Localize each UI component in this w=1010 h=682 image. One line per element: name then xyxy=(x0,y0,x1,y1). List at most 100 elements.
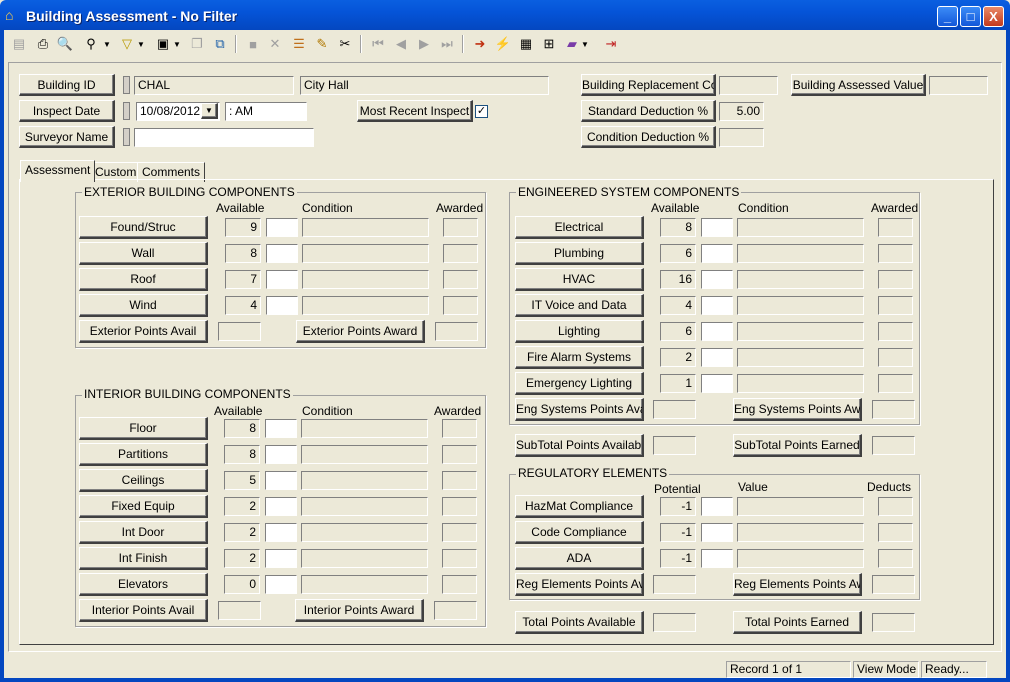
available-value[interactable]: 9 xyxy=(225,218,261,237)
score-input[interactable] xyxy=(265,575,297,594)
minimize-button[interactable]: _ xyxy=(937,6,958,27)
replacement-cost-button[interactable]: Building Replacement Cost xyxy=(581,74,716,96)
reg-points-award-field[interactable] xyxy=(872,575,915,594)
component-button[interactable]: Fire Alarm Systems xyxy=(515,346,644,369)
print-icon[interactable]: ⎙ xyxy=(32,33,54,55)
score-input[interactable] xyxy=(701,348,733,367)
condition-field[interactable] xyxy=(737,322,864,341)
component-button[interactable]: HazMat Compliance xyxy=(515,495,644,518)
component-button[interactable]: Floor xyxy=(79,417,208,440)
replacement-cost-field[interactable] xyxy=(719,76,778,95)
report-icon[interactable]: ▣ xyxy=(152,33,174,55)
most-recent-inspect-button[interactable]: Most Recent Inspect xyxy=(357,100,473,122)
awarded-field[interactable] xyxy=(878,218,913,237)
awarded-field[interactable] xyxy=(443,218,478,237)
lightning-icon[interactable]: ⚡ xyxy=(492,33,514,55)
paste-icon[interactable]: ⧉ xyxy=(209,33,231,55)
score-input[interactable] xyxy=(701,270,733,289)
component-button[interactable]: Elevators xyxy=(79,573,208,596)
component-button[interactable]: Emergency Lighting xyxy=(515,372,644,395)
total-available-field[interactable] xyxy=(653,613,696,632)
subtotal-available-button[interactable]: SubTotal Points Available xyxy=(515,434,644,457)
available-value[interactable]: 7 xyxy=(225,270,261,289)
condition-field[interactable] xyxy=(737,497,864,516)
inspect-time-field[interactable]: : AM xyxy=(225,102,307,121)
score-input[interactable] xyxy=(701,549,733,568)
score-input[interactable] xyxy=(265,419,297,438)
eng-points-avail-field[interactable] xyxy=(653,400,696,419)
awarded-field[interactable] xyxy=(878,348,913,367)
cut-icon[interactable]: ✂ xyxy=(334,33,356,55)
condition-field[interactable] xyxy=(737,218,864,237)
subtotal-available-field[interactable] xyxy=(653,436,696,455)
awarded-field[interactable] xyxy=(442,575,477,594)
awarded-field[interactable] xyxy=(878,244,913,263)
condition-field[interactable] xyxy=(737,348,864,367)
edit-icon[interactable]: ✎ xyxy=(311,33,333,55)
component-button[interactable]: Lighting xyxy=(515,320,644,343)
most-recent-checkbox[interactable]: ✓ xyxy=(475,105,488,118)
awarded-field[interactable] xyxy=(443,244,478,263)
available-value[interactable]: 2 xyxy=(224,523,260,542)
score-input[interactable] xyxy=(265,523,297,542)
awarded-field[interactable] xyxy=(878,523,913,542)
available-value[interactable]: 8 xyxy=(225,244,261,263)
condition-field[interactable] xyxy=(737,549,864,568)
awarded-field[interactable] xyxy=(442,445,477,464)
close-button[interactable]: X xyxy=(983,6,1004,27)
exterior-points-award-field[interactable] xyxy=(435,322,478,341)
component-button[interactable]: Wind xyxy=(79,294,208,317)
available-value[interactable]: 6 xyxy=(660,244,696,263)
score-input[interactable] xyxy=(701,497,733,516)
interior-points-avail-field[interactable] xyxy=(218,601,261,620)
building-name-field[interactable]: City Hall xyxy=(300,76,549,95)
exterior-points-avail-button[interactable]: Exterior Points Avail xyxy=(79,320,208,343)
score-input[interactable] xyxy=(701,296,733,315)
score-input[interactable] xyxy=(701,374,733,393)
component-button[interactable]: Int Finish xyxy=(79,547,208,570)
available-value[interactable]: 1 xyxy=(660,374,696,393)
condition-field[interactable] xyxy=(301,575,428,594)
score-input[interactable] xyxy=(701,322,733,341)
subtotal-earned-button[interactable]: SubTotal Points Earned xyxy=(733,434,862,457)
score-input[interactable] xyxy=(265,471,297,490)
interior-points-avail-button[interactable]: Interior Points Avail xyxy=(79,599,208,622)
condition-field[interactable] xyxy=(301,445,428,464)
available-value[interactable]: 0 xyxy=(224,575,260,594)
chevron-down-icon[interactable]: ▼ xyxy=(580,33,590,55)
record-selector[interactable] xyxy=(123,76,130,94)
available-value[interactable]: 2 xyxy=(224,497,260,516)
component-button[interactable]: Ceilings xyxy=(79,469,208,492)
score-input[interactable] xyxy=(265,549,297,568)
available-value[interactable]: 2 xyxy=(660,348,696,367)
available-value[interactable]: -1 xyxy=(660,549,696,568)
building-id-button[interactable]: Building ID xyxy=(19,74,115,96)
surveyor-name-button[interactable]: Surveyor Name xyxy=(19,126,115,148)
available-value[interactable]: 8 xyxy=(660,218,696,237)
score-input[interactable] xyxy=(265,445,297,464)
component-button[interactable]: Electrical xyxy=(515,216,644,239)
awarded-field[interactable] xyxy=(443,296,478,315)
condition-field[interactable] xyxy=(301,419,428,438)
condition-field[interactable] xyxy=(301,523,428,542)
available-value[interactable]: 2 xyxy=(224,549,260,568)
exit-icon[interactable]: ⇥ xyxy=(600,33,622,55)
score-input[interactable] xyxy=(701,244,733,263)
score-input[interactable] xyxy=(265,497,297,516)
score-input[interactable] xyxy=(266,244,298,263)
available-value[interactable]: -1 xyxy=(660,523,696,542)
standard-deduction-button[interactable]: Standard Deduction % xyxy=(581,100,716,122)
reg-points-award-button[interactable]: Reg Elements Points Award xyxy=(733,573,862,596)
component-button[interactable]: Partitions xyxy=(79,443,208,466)
condition-field[interactable] xyxy=(737,374,864,393)
chevron-down-icon[interactable]: ▼ xyxy=(136,33,146,55)
total-earned-field[interactable] xyxy=(872,613,915,632)
component-button[interactable]: Found/Struc xyxy=(79,216,208,239)
inspect-date-button[interactable]: Inspect Date xyxy=(19,100,115,122)
grid-icon[interactable]: ▦ xyxy=(515,33,537,55)
maximize-button[interactable]: □ xyxy=(960,6,981,27)
awarded-field[interactable] xyxy=(442,471,477,490)
component-button[interactable]: Plumbing xyxy=(515,242,644,265)
tab-assessment[interactable]: Assessment xyxy=(20,160,96,182)
date-dropdown-button[interactable]: ▼ xyxy=(201,103,218,119)
